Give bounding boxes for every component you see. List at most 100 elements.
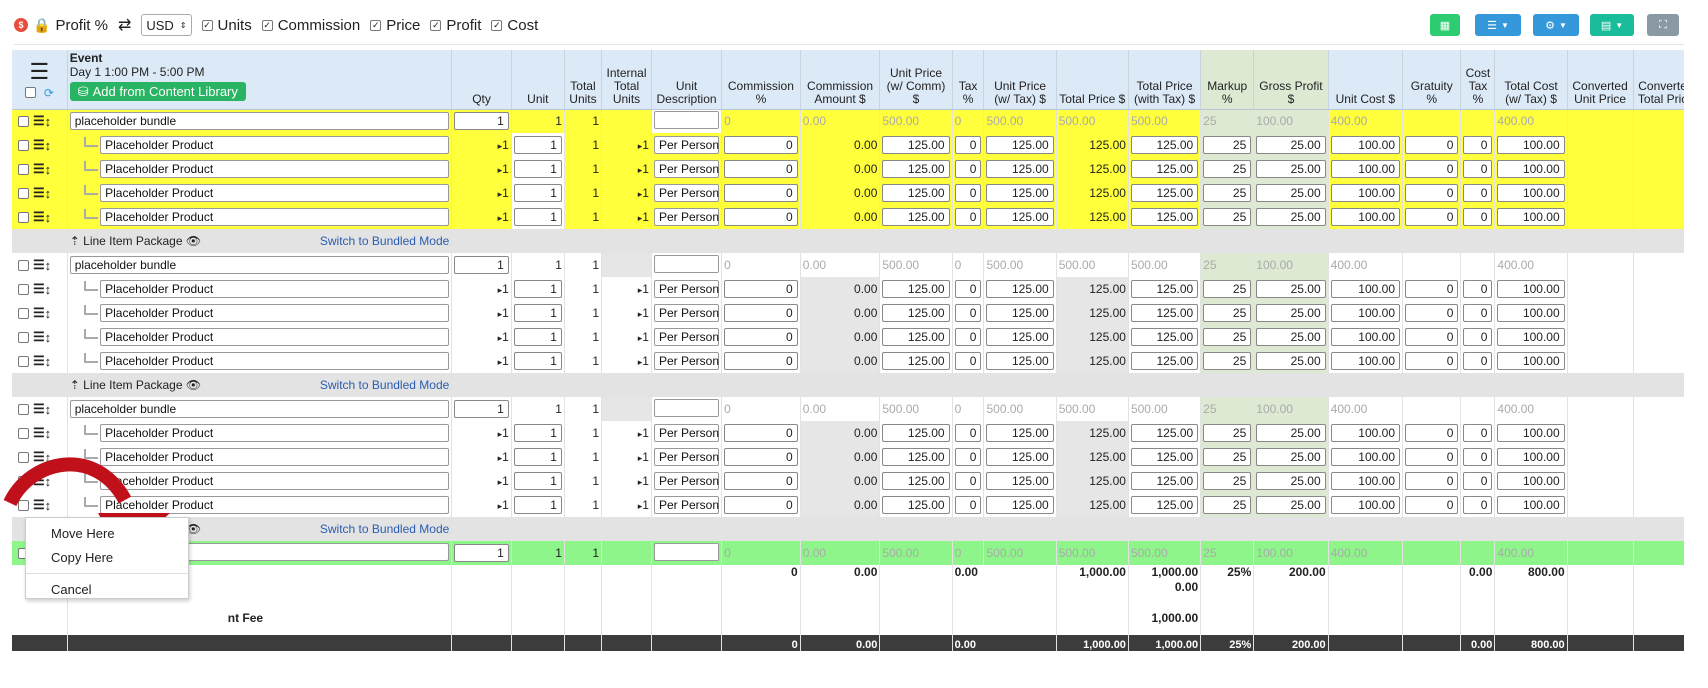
gross-profit-input[interactable]: 25.00 (1256, 352, 1326, 370)
gratuity-input[interactable]: 0 (1405, 160, 1459, 178)
unit-price-tax-input[interactable]: 125.00 (986, 184, 1054, 202)
file-menu-button[interactable]: ▤ ▼ (1590, 14, 1634, 36)
reorder-icon[interactable]: ↕ (45, 210, 52, 225)
total-cost-input[interactable]: 100.00 (1497, 448, 1565, 466)
unit-cost-input[interactable]: 100.00 (1330, 472, 1400, 490)
reorder-icon[interactable]: ↕ (45, 282, 52, 297)
total-price-tax-input[interactable]: 125.00 (1130, 136, 1199, 154)
unit-price-tax-input[interactable]: 125.00 (986, 208, 1054, 226)
units-checkbox[interactable]: ✓ (201, 19, 213, 31)
markup-input[interactable]: 25 (1203, 448, 1252, 466)
drag-handle-icon[interactable]: ☰ (33, 209, 45, 225)
unit-price-comm-input[interactable]: 125.00 (882, 472, 950, 490)
gratuity-input[interactable]: 0 (1405, 184, 1459, 202)
unit-desc-input[interactable]: Per Person (653, 208, 720, 226)
row-checkbox[interactable] (18, 355, 29, 367)
unit-cost-input[interactable]: 100.00 (1330, 496, 1400, 514)
unit-price-tax-input[interactable]: 125.00 (986, 328, 1054, 346)
toggle-cost[interactable]: ✓ Cost (491, 17, 538, 34)
switch-bundled-link[interactable]: Switch to Bundled Mode (320, 522, 449, 536)
total-price-tax-input[interactable]: 125.00 (1130, 208, 1199, 226)
unit-desc-input[interactable]: Per Person (653, 424, 720, 442)
eye-icon[interactable]: 👁 (186, 378, 201, 392)
gratuity-input[interactable]: 0 (1405, 136, 1459, 154)
price-checkbox[interactable]: ✓ (370, 19, 382, 31)
cost-checkbox[interactable]: ✓ (491, 19, 503, 31)
total-cost-input[interactable]: 100.00 (1497, 304, 1565, 322)
comm-pct-input[interactable]: 0 (724, 184, 798, 202)
drag-handle-icon[interactable]: ☰ (33, 137, 45, 153)
comm-pct-input[interactable]: 0 (724, 208, 798, 226)
markup-input[interactable]: 25 (1203, 160, 1252, 178)
unit-desc-input[interactable]: Per Person (653, 304, 720, 322)
product-name-input[interactable]: Placeholder Product (100, 136, 450, 154)
unit-input[interactable]: 1 (513, 328, 562, 346)
product-name-input[interactable]: Placeholder Product (100, 208, 450, 226)
tax-input[interactable]: 0 (954, 208, 982, 226)
reorder-icon[interactable]: ↕ (45, 114, 52, 129)
unit-price-tax-input[interactable]: 125.00 (986, 160, 1054, 178)
unit-desc-input[interactable]: Per Person (653, 160, 720, 178)
row-checkbox[interactable] (18, 427, 29, 439)
tax-input[interactable]: 0 (954, 160, 982, 178)
drag-handle-icon[interactable]: ☰ (33, 401, 45, 417)
tax-input[interactable]: 0 (954, 136, 982, 154)
unit-price-tax-input[interactable]: 125.00 (986, 472, 1054, 490)
total-price-tax-input[interactable]: 125.00 (1130, 496, 1199, 514)
unit-cost-input[interactable]: 100.00 (1330, 136, 1400, 154)
list-icon[interactable]: ☰ (14, 61, 65, 83)
profit-checkbox[interactable]: ✓ (430, 19, 442, 31)
copy-here-item[interactable]: Copy Here (51, 550, 113, 565)
unit-desc-input[interactable]: Per Person (653, 496, 720, 514)
markup-input[interactable]: 25 (1203, 184, 1252, 202)
unit-cost-input[interactable]: 100.00 (1330, 280, 1400, 298)
tax-input[interactable]: 0 (954, 424, 982, 442)
bundle-name-input[interactable]: placeholder bundle (69, 112, 450, 131)
row-checkbox[interactable] (18, 403, 29, 415)
gross-profit-input[interactable]: 25.00 (1256, 184, 1326, 202)
unit-price-tax-input[interactable]: 125.00 (986, 424, 1054, 442)
total-cost-input[interactable]: 100.00 (1497, 424, 1565, 442)
unit-input[interactable]: 1 (513, 304, 562, 322)
comm-pct-input[interactable]: 0 (724, 136, 798, 154)
tax-input[interactable]: 0 (954, 328, 982, 346)
cost-tax-input[interactable]: 0 (1463, 304, 1493, 322)
unit-price-tax-input[interactable]: 125.00 (986, 136, 1054, 154)
unit-desc-input[interactable]: Per Person (653, 136, 720, 154)
gross-profit-input[interactable]: 25.00 (1256, 208, 1326, 226)
row-checkbox[interactable] (18, 187, 29, 199)
gross-profit-input[interactable]: 25.00 (1256, 472, 1326, 490)
commission-checkbox[interactable]: ✓ (261, 19, 273, 31)
row-checkbox[interactable] (18, 115, 29, 127)
cost-tax-input[interactable]: 0 (1463, 136, 1493, 154)
drag-handle-icon[interactable]: ☰ (33, 113, 45, 129)
comm-pct-input[interactable]: 0 (724, 328, 798, 346)
reorder-icon[interactable]: ↕ (45, 186, 52, 201)
add-from-library-button[interactable]: ⛁ Add from Content Library (69, 82, 246, 101)
unit-price-comm-input[interactable]: 125.00 (882, 184, 950, 202)
tax-input[interactable]: 0 (954, 304, 982, 322)
drag-handle-icon[interactable]: ☰ (33, 185, 45, 201)
total-price-tax-input[interactable]: 125.00 (1130, 472, 1199, 490)
product-name-input[interactable]: Placeholder Product (100, 304, 450, 322)
cost-tax-input[interactable]: 0 (1463, 472, 1493, 490)
markup-input[interactable]: 25 (1203, 208, 1252, 226)
switch-bundled-link[interactable]: Switch to Bundled Mode (320, 234, 449, 248)
total-cost-input[interactable]: 100.00 (1497, 208, 1565, 226)
reorder-icon[interactable]: ↕ (45, 354, 52, 369)
gross-profit-input[interactable]: 25.00 (1256, 280, 1326, 298)
total-price-tax-input[interactable]: 125.00 (1130, 424, 1199, 442)
unit-desc-input[interactable] (653, 398, 720, 417)
cost-tax-input[interactable]: 0 (1463, 352, 1493, 370)
unit-price-comm-input[interactable]: 125.00 (882, 280, 950, 298)
unit-input[interactable]: 1 (513, 208, 562, 226)
total-price-tax-input[interactable]: 125.00 (1130, 280, 1199, 298)
drag-handle-icon[interactable]: ☰ (33, 329, 45, 345)
unit-desc-input[interactable]: Per Person (653, 328, 720, 346)
unit-price-tax-input[interactable]: 125.00 (986, 496, 1054, 514)
unit-input[interactable]: 1 (513, 352, 562, 370)
comm-pct-input[interactable]: 0 (724, 352, 798, 370)
select-all-checkbox[interactable] (24, 87, 36, 99)
markup-input[interactable]: 25 (1203, 280, 1252, 298)
unit-cost-input[interactable]: 100.00 (1330, 424, 1400, 442)
